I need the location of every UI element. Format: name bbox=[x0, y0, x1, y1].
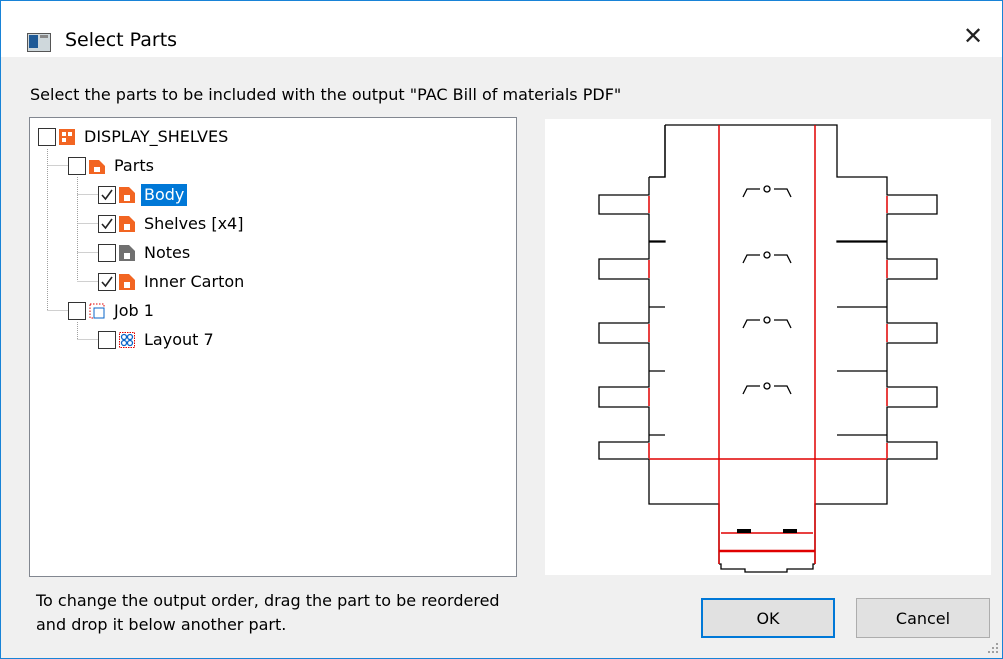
tree-node-parts[interactable]: Parts bbox=[68, 155, 157, 177]
shelves-checkbox[interactable] bbox=[98, 215, 116, 233]
title-bar: Select Parts ✕ bbox=[1, 1, 1002, 57]
inner-carton-checkbox[interactable] bbox=[98, 273, 116, 291]
app-window-icon bbox=[27, 33, 51, 52]
root-checkbox[interactable] bbox=[38, 128, 56, 146]
tree-node-label: Notes bbox=[144, 243, 191, 262]
tree-node-label: Job 1 bbox=[114, 301, 154, 320]
notes-icon bbox=[119, 245, 135, 261]
reorder-hint: To change the output order, drag the par… bbox=[36, 591, 500, 634]
tree-node-job[interactable]: Job 1 bbox=[68, 300, 157, 322]
tree-node-label: DISPLAY_SHELVES bbox=[84, 127, 229, 146]
part-preview bbox=[545, 119, 991, 575]
job-checkbox[interactable] bbox=[68, 302, 86, 320]
tree-node-notes[interactable]: Notes bbox=[98, 242, 193, 264]
dieline-drawing bbox=[598, 124, 938, 573]
dialog-title: Select Parts bbox=[65, 29, 178, 51]
tree-node-label: Body bbox=[141, 184, 188, 206]
parts-tree[interactable]: DISPLAY_SHELVES Parts Body Shelves [x4] … bbox=[29, 117, 517, 577]
tree-node-label: Shelves [x4] bbox=[144, 214, 244, 233]
tree-node-layout[interactable]: Layout 7 bbox=[98, 329, 217, 351]
layout-icon bbox=[119, 332, 135, 348]
parts-checkbox[interactable] bbox=[68, 157, 86, 175]
notes-checkbox[interactable] bbox=[98, 244, 116, 262]
ok-button[interactable]: OK bbox=[701, 598, 835, 638]
tree-node-label: Parts bbox=[114, 156, 154, 175]
parts-folder-icon bbox=[89, 158, 105, 174]
part-icon bbox=[119, 274, 135, 290]
cancel-button[interactable]: Cancel bbox=[856, 598, 990, 638]
tree-node-root[interactable]: DISPLAY_SHELVES bbox=[38, 126, 231, 148]
tree-node-shelves[interactable]: Shelves [x4] bbox=[98, 213, 246, 235]
tree-node-label: Inner Carton bbox=[144, 272, 245, 291]
tree-node-label: Layout 7 bbox=[144, 330, 214, 349]
part-icon bbox=[119, 187, 135, 203]
assembly-icon bbox=[59, 129, 75, 145]
part-icon bbox=[119, 216, 135, 232]
tree-node-inner-carton[interactable]: Inner Carton bbox=[98, 271, 247, 293]
body-checkbox[interactable] bbox=[98, 186, 116, 204]
close-icon[interactable]: ✕ bbox=[953, 19, 993, 53]
tree-node-body[interactable]: Body bbox=[98, 184, 188, 206]
instruction-text: Select the parts to be included with the… bbox=[30, 85, 622, 104]
select-parts-dialog: Select Parts ✕ Select the parts to be in… bbox=[0, 0, 1003, 659]
job-icon bbox=[89, 303, 105, 319]
layout-checkbox[interactable] bbox=[98, 331, 116, 349]
resize-grip-icon[interactable] bbox=[987, 642, 999, 654]
